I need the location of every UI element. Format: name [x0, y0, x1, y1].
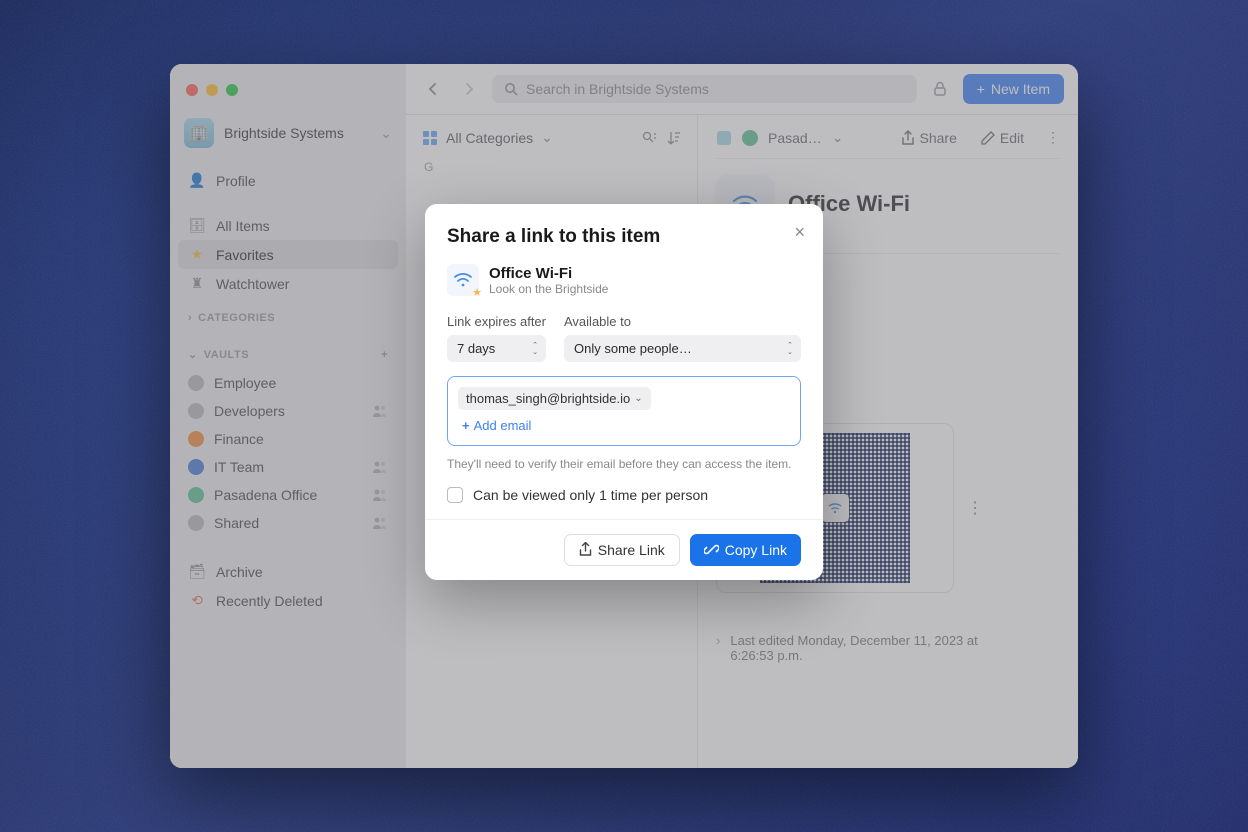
modal-hint: They'll need to verify their email befor…	[447, 456, 801, 473]
favorite-star-icon: ★	[472, 286, 482, 299]
expires-label: Link expires after	[447, 314, 546, 329]
view-once-checkbox[interactable]: Can be viewed only 1 time per person	[447, 487, 801, 503]
modal-item-summary: ★ Office Wi-Fi Look on the Brightside	[447, 264, 801, 296]
chevron-down-icon: ⌄	[634, 393, 642, 404]
share-icon	[579, 542, 592, 557]
modal-item-subtitle: Look on the Brightside	[489, 282, 608, 296]
share-modal: × Share a link to this item ★ Office Wi-…	[425, 204, 823, 580]
available-label: Available to	[564, 314, 801, 329]
expires-select[interactable]: 7 days	[447, 335, 546, 362]
available-select[interactable]: Only some people…	[564, 335, 801, 362]
app-window: 🏢 Brightside Systems ⌄ 👤 Profile 🗄 All I…	[170, 64, 1078, 768]
modal-title: Share a link to this item	[447, 226, 801, 248]
plus-icon: +	[462, 418, 470, 433]
checkbox-icon	[447, 487, 463, 503]
wifi-icon: ★	[447, 264, 479, 296]
email-chip[interactable]: thomas_singh@brightside.io ⌄	[458, 387, 651, 410]
share-link-button[interactable]: Share Link	[564, 534, 680, 566]
modal-item-name: Office Wi-Fi	[489, 265, 608, 282]
link-icon	[704, 542, 719, 557]
add-email-button[interactable]: + Add email	[458, 410, 790, 435]
email-recipients[interactable]: thomas_singh@brightside.io ⌄ + Add email	[447, 376, 801, 446]
modal-overlay: × Share a link to this item ★ Office Wi-…	[170, 64, 1078, 768]
close-modal-button[interactable]: ×	[794, 222, 805, 243]
copy-link-button[interactable]: Copy Link	[690, 534, 801, 566]
